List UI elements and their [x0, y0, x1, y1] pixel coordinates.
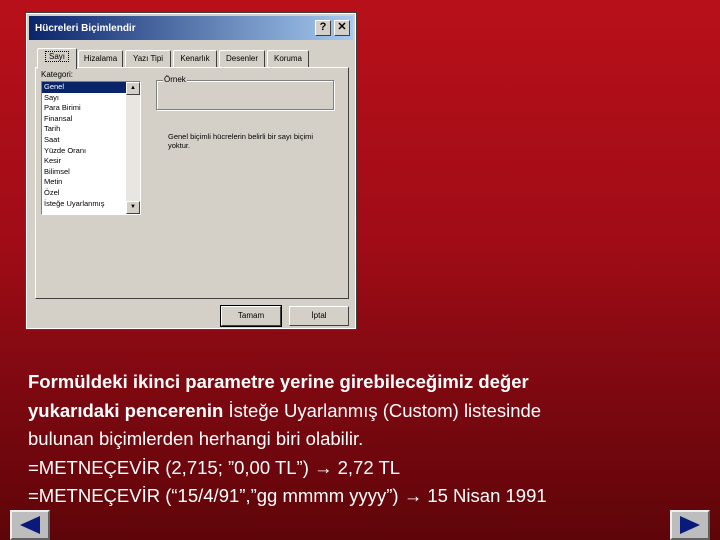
scroll-up-arrow-icon[interactable]: ▲ — [126, 82, 140, 95]
category-description: Genel biçimli hücrelerin belirli bir say… — [168, 132, 314, 150]
category-item[interactable]: Bilimsel — [42, 167, 126, 178]
cancel-button[interactable]: İptal — [289, 306, 349, 326]
tab-desenler[interactable]: Desenler — [219, 50, 265, 67]
text-line-2-bold: yukarıdaki pencerenin — [28, 399, 224, 421]
category-listbox[interactable]: Genel Sayı Para Birimi Finansal Tarih Saat Yüz… — [41, 81, 141, 215]
dialog-title: Hücreleri Biçimlendir — [35, 22, 136, 34]
category-item[interactable]: Tarih — [42, 124, 126, 135]
dialog-titlebar[interactable]: Hücreleri Biçimlendir ? ✕ — [29, 16, 353, 40]
tab-yazi-tipi[interactable]: Yazı Tipi — [125, 50, 171, 67]
text-line-3: bulunan biçimlerden herhangi biri olabil… — [28, 428, 364, 449]
category-label: Kategori: — [41, 70, 74, 79]
tab-koruma[interactable]: Koruma — [267, 50, 309, 67]
scroll-down-arrow-icon[interactable]: ▼ — [126, 201, 140, 214]
category-item[interactable]: Özel — [42, 188, 126, 199]
help-button[interactable]: ? — [315, 20, 331, 36]
close-button[interactable]: ✕ — [334, 20, 350, 36]
category-item[interactable]: Genel — [42, 82, 126, 93]
text-line-2-rest: İsteğe Uyarlanmış (Custom) listesinde — [223, 399, 542, 421]
text-line-2: yukarıdaki pencerenin İsteğe Uyarlanmış … — [28, 397, 718, 426]
format-cells-dialog: Hücreleri Biçimlendir ? ✕ Sayı Hizalama … — [25, 12, 357, 330]
triangle-right-icon — [680, 516, 700, 534]
text-line-1: Formüldeki ikinci parametre yerine gireb… — [28, 371, 529, 392]
previous-slide-button[interactable] — [10, 510, 50, 540]
category-item[interactable]: Kesir — [42, 156, 126, 167]
tab-sayi[interactable]: Sayı — [37, 48, 77, 69]
tab-kenarlik[interactable]: Kenarlık — [173, 50, 217, 67]
tab-hizalama[interactable]: Hizalama — [78, 50, 123, 67]
ok-button[interactable]: Tamam — [220, 305, 282, 327]
category-item[interactable]: Saat — [42, 135, 126, 146]
category-item[interactable]: Finansal — [42, 114, 126, 125]
sample-label: Örnek — [163, 75, 187, 84]
sample-group: Örnek — [156, 75, 334, 110]
category-item[interactable]: Para Birimi — [42, 103, 126, 114]
text-line-4: =METNEÇEVİR (2,715; ”0,00 TL”) → 2,72 TL — [28, 456, 401, 478]
category-item[interactable]: Yüzde Oranı — [42, 146, 126, 157]
category-scrollbar[interactable]: ▲ ▼ — [126, 82, 140, 214]
category-item[interactable]: Metin — [42, 177, 126, 188]
category-items: Genel Sayı Para Birimi Finansal Tarih Saat Yüz… — [42, 82, 126, 209]
category-item[interactable]: Sayı — [42, 93, 126, 104]
slide-text: Formüldeki ikinci parametre yerine gireb… — [28, 368, 718, 511]
text-line-5: =METNEÇEVİR (“15/4/91”,”gg mmmm yyyy”) →… — [28, 485, 547, 506]
category-item[interactable]: İsteğe Uyarlanmış — [42, 199, 126, 210]
next-slide-button[interactable] — [670, 510, 710, 540]
triangle-left-icon — [20, 516, 40, 534]
tab-panel-sayi: Kategori: Genel Sayı Para Birimi Finansal Ta… — [35, 67, 349, 299]
